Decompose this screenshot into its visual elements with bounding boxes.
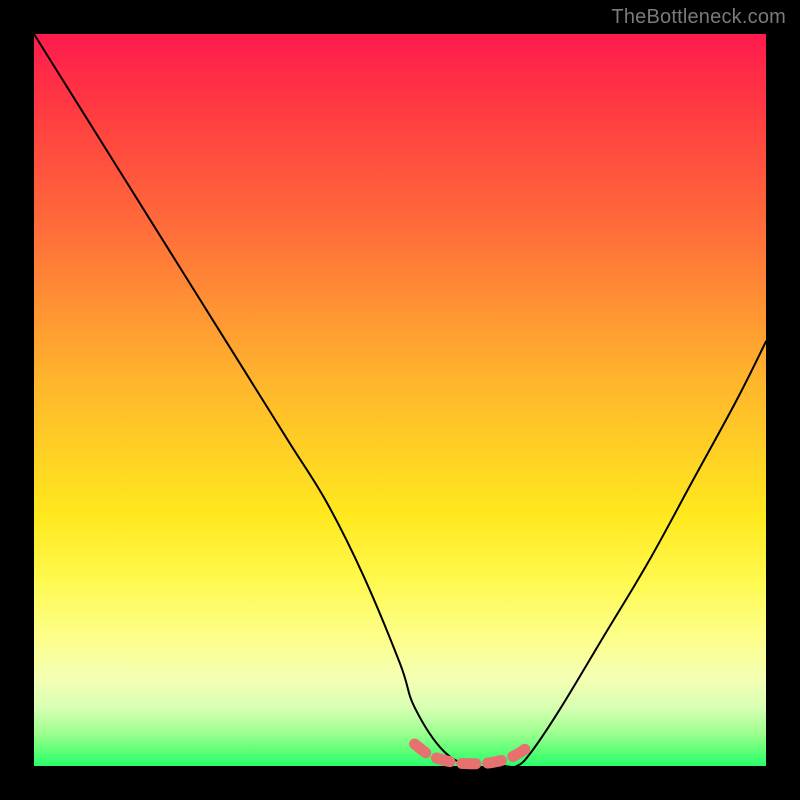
chart-frame: TheBottleneck.com	[0, 0, 800, 800]
bottleneck-curve-path	[34, 34, 766, 767]
highlight-band-path	[415, 744, 532, 764]
chart-plot-area	[34, 34, 766, 766]
chart-svg	[34, 34, 766, 766]
watermark-text: TheBottleneck.com	[611, 6, 786, 29]
